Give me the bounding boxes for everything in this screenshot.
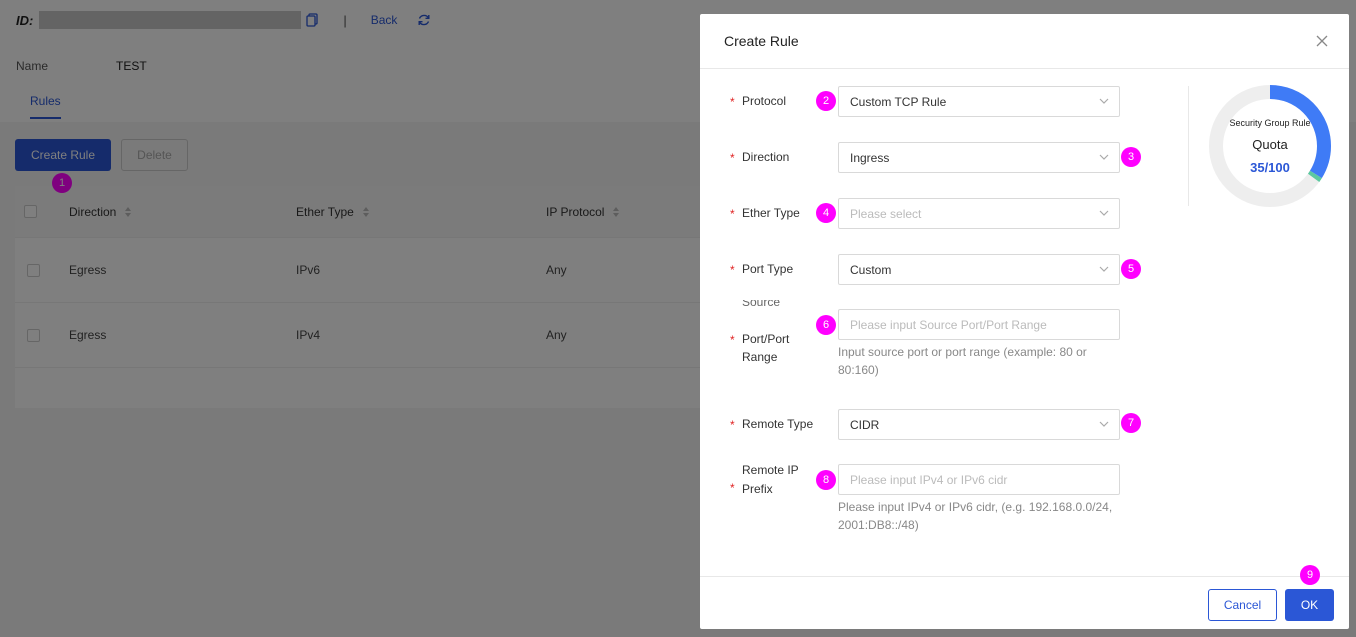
direction-row: * Direction Ingress (730, 142, 1130, 173)
quota-value: 35/100 (1250, 160, 1290, 175)
protocol-select[interactable]: Custom TCP Rule (838, 86, 1120, 117)
annotation-badge: 9 (1300, 565, 1320, 585)
ether-type-placeholder: Please select (850, 206, 922, 221)
port-type-value: Custom (850, 262, 892, 277)
quota-title: Security Group Rule (1229, 118, 1311, 128)
remote-ip-prefix-placeholder: Please input IPv4 or IPv6 cidr (850, 472, 1008, 487)
port-type-label: Port Type (742, 262, 794, 276)
protocol-row: * Protocol Custom TCP Rule (730, 86, 1130, 117)
dialog-footer: Cancel OK (700, 576, 1349, 629)
required-mark: * (730, 95, 735, 109)
annotation-badge: 4 (816, 203, 836, 223)
remote-type-label: Remote Type (742, 417, 814, 431)
annotation-badge: 3 (1121, 147, 1141, 167)
source-port-field: Please input Source Port/Port Range Inpu… (730, 309, 1130, 389)
required-mark: * (730, 481, 735, 495)
chevron-down-icon (1099, 266, 1109, 272)
ether-type-label: Ether Type (742, 206, 800, 220)
port-type-select[interactable]: Custom (838, 254, 1120, 285)
quota-divider (1188, 86, 1189, 206)
create-rule-dialog: Create Rule * Protocol Custom TCP Rule 2… (700, 14, 1349, 629)
chevron-down-icon (1099, 210, 1109, 216)
ok-button[interactable]: OK (1285, 589, 1334, 621)
close-icon[interactable] (1315, 34, 1329, 48)
chevron-down-icon (1099, 98, 1109, 104)
port-type-row: * Port Type Custom (730, 254, 1130, 285)
annotation-badge: 5 (1121, 259, 1141, 279)
required-mark: * (730, 151, 735, 165)
annotation-badge: 7 (1121, 413, 1141, 433)
required-mark: * (730, 418, 735, 432)
source-port-input[interactable]: Please input Source Port/Port Range (838, 309, 1120, 340)
remote-type-row: * Remote Type CIDR (730, 409, 1130, 440)
annotation-badge: 2 (816, 91, 836, 111)
protocol-value: Custom TCP Rule (850, 94, 947, 109)
remote-ip-prefix-hint: Please input IPv4 or IPv6 cidr, (e.g. 19… (838, 500, 1113, 532)
chevron-down-icon (1099, 421, 1109, 427)
quota-label: Quota (1252, 137, 1288, 152)
quota-ring: Security Group Rule Quota 35/100 (1208, 84, 1332, 208)
remote-ip-label-line2: Prefix (742, 482, 773, 496)
remote-ip-prefix-input[interactable]: Please input IPv4 or IPv6 cidr (838, 464, 1120, 495)
ether-type-row: * Ether Type Please select (730, 198, 1130, 229)
annotation-badge: 8 (816, 470, 836, 490)
remote-ip-label-line1: Remote IP (742, 463, 799, 477)
direction-label: Direction (742, 150, 790, 164)
protocol-label: Protocol (742, 94, 787, 108)
cancel-button[interactable]: Cancel (1208, 589, 1277, 621)
remote-ip-prefix-row: * Remote IP Prefix Please input IPv4 or … (730, 463, 1130, 544)
remote-type-select[interactable]: CIDR (838, 409, 1120, 440)
dialog-title: Create Rule (724, 33, 799, 49)
direction-value: Ingress (850, 150, 890, 165)
required-mark: * (730, 207, 735, 221)
dialog-header: Create Rule (700, 14, 1349, 69)
direction-select[interactable]: Ingress (838, 142, 1120, 173)
chevron-down-icon (1099, 154, 1109, 160)
source-port-placeholder: Please input Source Port/Port Range (850, 317, 1047, 332)
annotation-badge: 6 (816, 315, 836, 335)
required-mark: * (730, 263, 735, 277)
ether-type-select[interactable]: Please select (838, 198, 1120, 229)
remote-type-value: CIDR (850, 417, 880, 432)
source-port-hint: Input source port or port range (example… (838, 345, 1087, 377)
